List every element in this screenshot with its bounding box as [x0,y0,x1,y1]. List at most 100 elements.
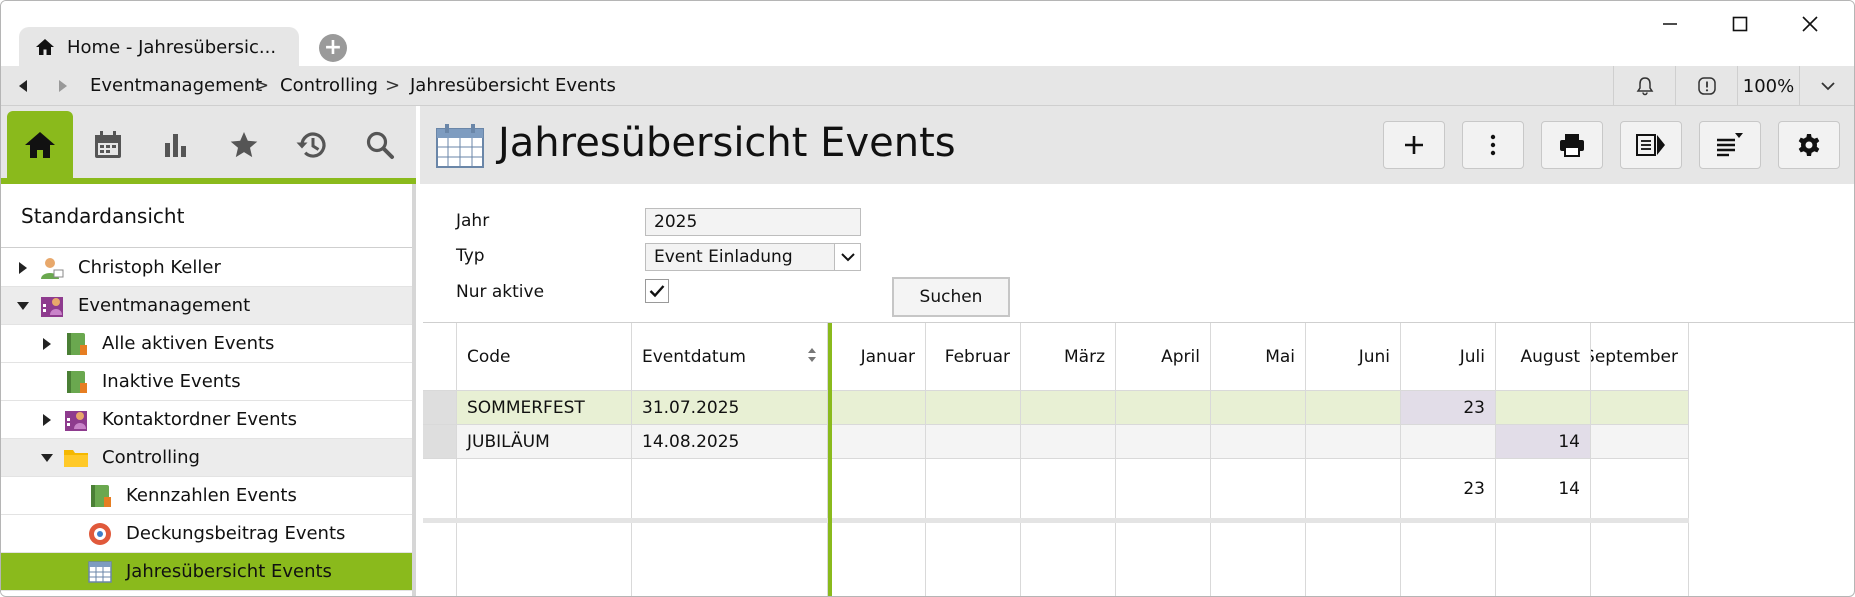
export-icon [1636,134,1665,156]
column-header[interactable]: März [1021,323,1116,391]
sort-icon[interactable] [807,347,817,363]
export-button[interactable] [1620,121,1682,169]
caret-down-icon[interactable] [16,299,30,313]
alerts-button[interactable] [1675,66,1737,106]
zoom-level[interactable]: 100% [1737,66,1799,106]
forward-icon[interactable] [55,78,71,94]
tree-item-kennzahlen-events[interactable]: Kennzahlen Events [1,477,412,515]
sidebar: Standardansicht Christoph Keller Eventma… [1,106,416,596]
year-input[interactable]: 2025 [645,208,861,236]
table-cell-month[interactable] [1591,391,1689,425]
table-cell-month[interactable] [1021,425,1116,459]
tree-item-deckungsbeitrag-events[interactable]: Deckungsbeitrag Events [1,515,412,553]
table-cell-month[interactable]: 14 [1496,425,1591,459]
table-cell-month[interactable] [1591,425,1689,459]
caret-right-icon[interactable] [40,413,54,427]
table-cell-month[interactable] [1116,391,1211,425]
breadcrumb-eventmanagement[interactable]: Eventmanagement [90,75,262,96]
table-cell-month[interactable] [1211,425,1306,459]
column-header[interactable]: Juli [1401,323,1496,391]
empty-cell [1401,523,1496,596]
table-cell-code[interactable]: SOMMERFEST [457,391,632,425]
tree-item-christoph-keller[interactable]: Christoph Keller [1,249,412,287]
frozen-column-divider [828,323,832,596]
empty-cell [1116,523,1211,596]
tree-item-kontaktordner-events[interactable]: Kontaktordner Events [1,401,412,439]
title-bar: Home - Jahresübersic... + [1,1,1854,67]
column-header[interactable]: August [1496,323,1591,391]
maximize-button[interactable] [1715,9,1765,39]
print-icon [1560,134,1584,157]
contact-folder-icon [65,410,87,431]
chevron-down-icon[interactable] [834,244,860,270]
notifications-button[interactable] [1613,66,1675,106]
caret-right-icon[interactable] [40,337,54,351]
column-header[interactable]: Februar [926,323,1021,391]
column-header[interactable]: Juni [1306,323,1401,391]
new-tab-button[interactable]: + [319,34,347,62]
sidebar-tab-search[interactable] [347,111,413,178]
sidebar-tab-favorites[interactable] [211,111,277,178]
sidebar-tab-home[interactable] [7,111,73,178]
header-selector-cell [423,323,457,391]
minimize-button[interactable] [1645,9,1695,39]
chevron-down-icon [1821,82,1835,91]
totals-cell [632,459,828,519]
table-cell-month[interactable]: 23 [1401,391,1496,425]
menu-dropdown-button[interactable] [1799,66,1854,106]
print-button[interactable] [1541,121,1603,169]
zoom-value: 100% [1742,75,1795,97]
column-header[interactable]: Januar [832,323,926,391]
active-only-checkbox[interactable] [645,279,669,303]
table-cell-month[interactable] [832,425,926,459]
table-cell-month[interactable] [1401,425,1496,459]
checkmark-icon [649,285,665,298]
breadcrumb-current: Jahresübersicht Events [410,75,616,96]
back-icon[interactable] [15,78,31,94]
table-cell-date[interactable]: 31.07.2025 [632,391,828,425]
sort-list-button[interactable] [1699,121,1761,169]
table-cell-month[interactable] [1116,425,1211,459]
row-selector[interactable] [423,425,457,459]
more-button[interactable] [1462,121,1524,169]
table-cell-month[interactable] [1021,391,1116,425]
year-label: Jahr [456,211,490,231]
column-header[interactable]: Code [457,323,632,391]
column-header[interactable]: Eventdatum [632,323,828,391]
folder-icon [64,449,88,467]
browser-tab[interactable]: Home - Jahresübersic... [19,27,299,67]
sidebar-tab-statistics[interactable] [143,111,209,178]
table-cell-code[interactable]: JUBILÄUM [457,425,632,459]
table-cell-month[interactable] [1306,391,1401,425]
tree-item-alle-aktiven-events[interactable]: Alle aktiven Events [1,325,412,363]
sidebar-tab-calendar[interactable] [75,111,141,178]
table-cell-month[interactable] [1211,391,1306,425]
table-cell-month[interactable] [926,391,1021,425]
tree-item-controlling[interactable]: Controlling [1,439,412,477]
totals-cell-month [1211,459,1306,519]
table-cell-date[interactable]: 14.08.2025 [632,425,828,459]
caret-down-icon[interactable] [40,451,54,465]
add-button[interactable] [1383,121,1445,169]
table-cell-month[interactable] [1496,391,1591,425]
search-icon [366,131,394,159]
type-select[interactable]: Event Einladung [645,243,861,271]
tree-item-eventmanagement[interactable]: Eventmanagement [1,287,412,325]
column-header[interactable]: April [1116,323,1211,391]
close-button[interactable] [1785,9,1835,39]
sidebar-tab-history[interactable] [279,111,345,178]
table-cell-month[interactable] [926,425,1021,459]
row-selector[interactable] [423,391,457,425]
empty-cell [632,523,828,596]
column-header[interactable]: Mai [1211,323,1306,391]
table-cell-month[interactable] [1306,425,1401,459]
search-button[interactable]: Suchen [892,277,1010,317]
gear-icon [1798,134,1820,156]
column-header[interactable]: September [1591,323,1689,391]
tree-item-inaktive-events[interactable]: Inaktive Events [1,363,412,401]
caret-right-icon[interactable] [16,261,30,275]
tree-item-jahresuebersicht-events[interactable]: Jahresübersicht Events [1,553,412,591]
table-cell-month[interactable] [832,391,926,425]
breadcrumb-controlling[interactable]: Controlling [280,75,378,96]
settings-button[interactable] [1778,121,1840,169]
